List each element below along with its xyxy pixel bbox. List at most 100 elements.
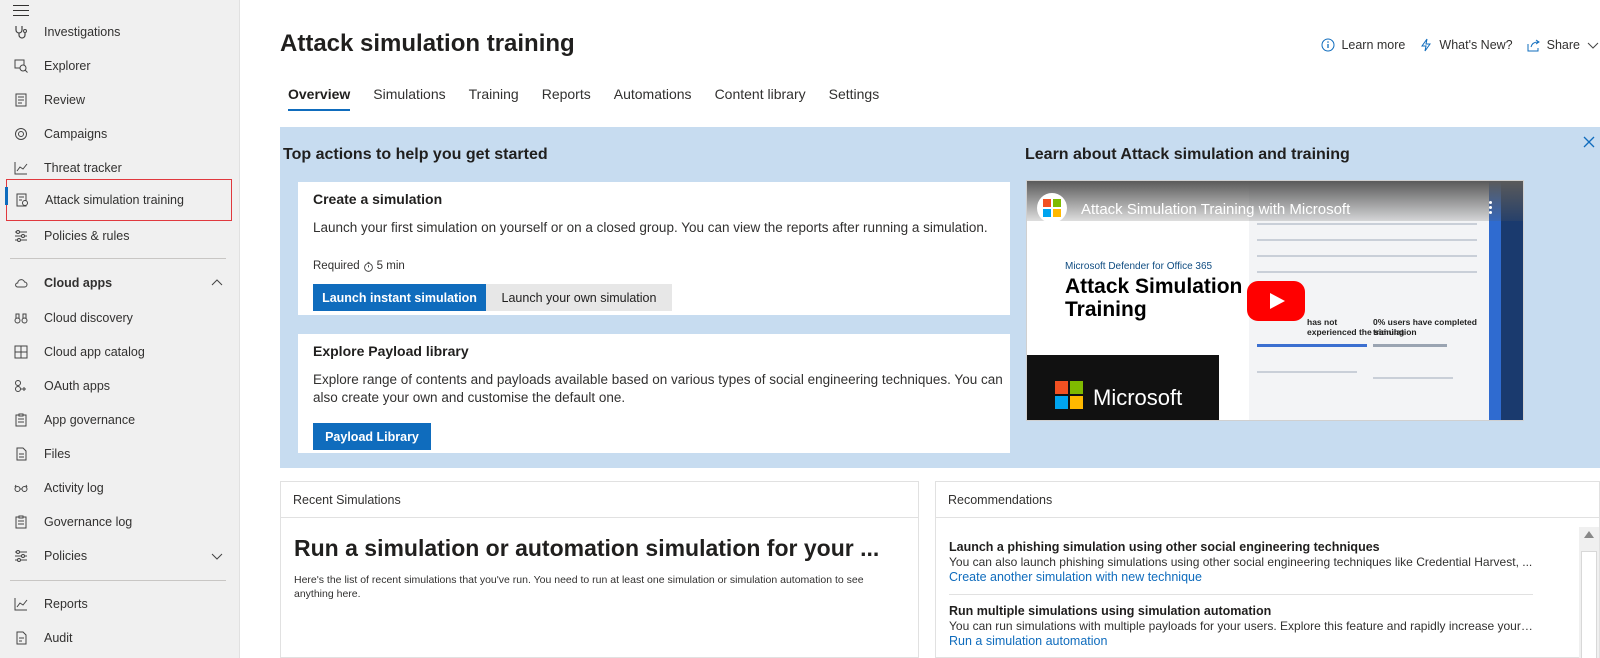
chevron-up-icon[interactable] — [210, 276, 224, 290]
sidebar-item-label: Attack simulation training — [45, 193, 184, 207]
microsoft-logo-icon — [1043, 199, 1061, 217]
top-actions-heading: Top actions to help you get started — [283, 146, 548, 163]
payload-library-button[interactable]: Payload Library — [313, 423, 431, 450]
mock-row — [1257, 239, 1477, 241]
empty-state-title: Run a simulation or automation simulatio… — [294, 535, 880, 561]
scrollbar[interactable] — [1579, 527, 1599, 658]
required-label: Required — [313, 260, 360, 272]
sidebar-item-label: Policies & rules — [44, 229, 130, 243]
clipboard-icon — [13, 412, 29, 428]
video-title[interactable]: Attack Simulation Training with Microsof… — [1081, 201, 1350, 218]
mock-progress — [1257, 344, 1367, 347]
tab-overview[interactable]: Overview — [288, 86, 351, 111]
investigations-icon — [13, 24, 29, 40]
share-label: Share — [1546, 38, 1580, 52]
tab-reports[interactable]: Reports — [542, 86, 591, 111]
microsoft-logo-block: Microsoft — [1027, 355, 1219, 420]
sidebar-item-label: Cloud apps — [44, 276, 113, 290]
microsoft-logo-icon — [1055, 381, 1083, 409]
tab-training[interactable]: Training — [469, 86, 519, 111]
recommendations-panel: Recommendations Launch a phishing simula… — [935, 481, 1600, 658]
sidebar-item-audit[interactable]: Audit — [6, 622, 232, 654]
stopwatch-icon — [363, 261, 373, 272]
main-content: Attack simulation training Learn more Wh… — [240, 0, 1600, 658]
sidebar-item-label: Reports — [44, 597, 88, 611]
mock-row — [1257, 223, 1477, 225]
mock-progress — [1373, 344, 1447, 347]
sidebar-item-oauth-apps[interactable]: OAuth apps — [6, 370, 232, 402]
sidebar-item-label: Audit — [44, 631, 73, 645]
sidebar-item-label: OAuth apps — [44, 379, 111, 393]
card-title: Explore Payload library — [313, 343, 469, 359]
scroll-up-arrow-icon[interactable] — [1584, 531, 1594, 538]
payload-library-card: Explore Payload library Explore range of… — [298, 334, 1010, 453]
sidebar-item-reports[interactable]: Reports — [6, 588, 232, 620]
chevron-down-icon[interactable] — [210, 549, 224, 563]
learn-more-label: Learn more — [1341, 38, 1406, 52]
sidebar-item-app-governance[interactable]: App governance — [6, 404, 232, 436]
review-icon — [13, 92, 29, 108]
sidebar-item-label: Governance log — [44, 515, 133, 529]
more-options-icon[interactable] — [1489, 201, 1493, 217]
info-icon — [1321, 38, 1335, 52]
recommendation-item: Run multiple simulations using simulatio… — [949, 604, 1533, 648]
panel-divider — [281, 517, 918, 518]
learn-heading: Learn about Attack simulation and traini… — [1025, 146, 1350, 163]
whats-new-label: What's New? — [1439, 38, 1513, 52]
play-button-icon[interactable] — [1247, 281, 1305, 321]
left-nav: Investigations Explorer Review Campaigns… — [0, 0, 240, 658]
mock-stat-line: training — [1373, 327, 1405, 337]
create-simulation-card: Create a simulation Launch your first si… — [298, 182, 1010, 315]
video-player[interactable]: Microsoft Defender for Office 365 Attack… — [1026, 180, 1524, 421]
tab-content-library[interactable]: Content library — [715, 86, 806, 111]
card-description: Explore range of contents and payloads a… — [313, 372, 1003, 405]
sidebar-item-cloud-discovery[interactable]: Cloud discovery — [6, 302, 232, 334]
video-heading-line: Attack Simulation — [1065, 275, 1243, 298]
share-icon — [1527, 39, 1540, 52]
sidebar-item-attack-simulation-training[interactable]: Attack simulation training — [5, 179, 232, 221]
recommendation-link[interactable]: Run a simulation automation — [949, 634, 1533, 648]
sliders-icon — [13, 228, 29, 244]
nav-divider — [10, 258, 226, 259]
close-icon[interactable] — [1582, 135, 1596, 149]
tab-settings[interactable]: Settings — [829, 86, 880, 111]
header-actions: Learn more What's New? Share — [1321, 38, 1600, 52]
sidebar-item-policies[interactable]: Policies — [6, 540, 232, 572]
scrollbar-thumb[interactable] — [1581, 551, 1597, 658]
sidebar-item-policies-rules[interactable]: Policies & rules — [6, 220, 232, 252]
sidebar-item-label: Files — [44, 447, 71, 461]
file-icon — [13, 446, 29, 462]
sidebar-item-campaigns[interactable]: Campaigns — [6, 118, 232, 150]
mock-row — [1257, 271, 1477, 273]
recent-simulations-panel: Recent Simulations Run a simulation or a… — [280, 481, 919, 658]
recommendation-divider — [949, 594, 1533, 595]
recommendation-title: Run multiple simulations using simulatio… — [949, 604, 1272, 618]
sidebar-item-activity-log[interactable]: Activity log — [6, 472, 232, 504]
mock-stat-line: 0% users have completed — [1373, 317, 1477, 327]
video-subtitle: Microsoft Defender for Office 365 — [1065, 261, 1213, 272]
tab-automations[interactable]: Automations — [614, 86, 692, 111]
sidebar-item-explorer[interactable]: Explorer — [6, 50, 232, 82]
channel-avatar[interactable] — [1037, 193, 1067, 223]
video-heading: Attack Simulation Training — [1065, 275, 1242, 321]
sidebar-group-cloud-apps[interactable]: Cloud apps — [6, 267, 232, 299]
sliders-icon — [13, 548, 29, 564]
learn-more-link[interactable]: Learn more — [1321, 38, 1405, 52]
launch-instant-simulation-button[interactable]: Launch instant simulation — [313, 284, 486, 311]
sidebar-item-cloud-app-catalog[interactable]: Cloud app catalog — [6, 336, 232, 368]
sidebar-item-label: Policies — [44, 549, 88, 563]
sidebar-item-files[interactable]: Files — [6, 438, 232, 470]
glasses-icon — [13, 480, 29, 496]
launch-own-simulation-button[interactable]: Launch your own simulation — [486, 284, 672, 311]
tab-simulations[interactable]: Simulations — [373, 86, 445, 111]
binoculars-icon — [13, 310, 29, 326]
microsoft-brand-text: Microsoft — [1093, 385, 1183, 410]
sidebar-item-governance-log[interactable]: Governance log — [6, 506, 232, 538]
sidebar-item-investigations[interactable]: Investigations — [6, 16, 232, 48]
recommendation-link[interactable]: Create another simulation with new techn… — [949, 570, 1533, 584]
share-button[interactable]: Share — [1527, 38, 1600, 52]
sidebar-item-review[interactable]: Review — [6, 84, 232, 116]
duration-value: 5 min — [376, 260, 405, 272]
empty-state-description: Here's the list of recent simulations th… — [294, 574, 864, 600]
whats-new-link[interactable]: What's New? — [1419, 38, 1513, 52]
